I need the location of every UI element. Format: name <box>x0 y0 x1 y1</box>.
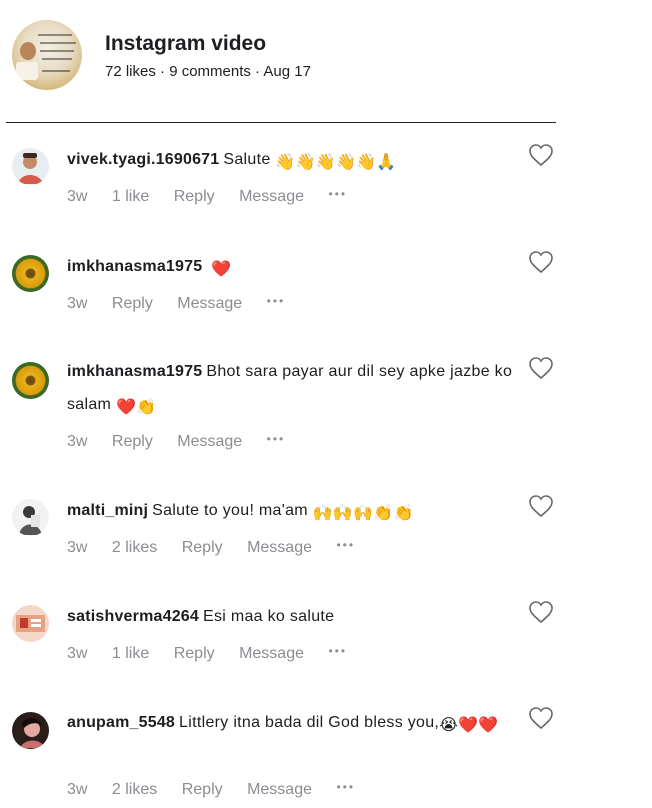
comment-text: satishverma4264 Esi maa ko salute <box>67 600 522 633</box>
avatar[interactable] <box>12 255 49 292</box>
comment-message: Salute to you! ma'am <box>152 502 308 519</box>
comment-time: 3w <box>67 781 88 798</box>
more-dots-icon[interactable]: ••• <box>267 294 286 308</box>
avatar[interactable] <box>12 605 49 642</box>
heart-outline-icon[interactable] <box>528 706 554 730</box>
comment-text: vivek.tyagi.1690671 Salute 👋👋👋👋👋🙏 <box>67 143 522 179</box>
comment-time: 3w <box>67 188 88 205</box>
comment-username[interactable]: satishverma4264 <box>67 608 199 625</box>
header-divider <box>6 122 556 123</box>
comment-text: imkhanasma1975 ❤️ <box>67 250 522 286</box>
comment-actions: 3w 2 likes Reply Message ••• <box>67 538 375 557</box>
comment-text: imkhanasma1975 Bhot sara payar aur dil se… <box>67 355 522 424</box>
heart-outline-icon[interactable] <box>528 356 554 380</box>
heart-outline-icon[interactable] <box>528 250 554 274</box>
comment-actions: 3w 1 like Reply Message ••• <box>67 644 367 663</box>
more-dots-icon[interactable]: ••• <box>328 187 347 201</box>
post-title[interactable]: Instagram video <box>105 32 266 56</box>
avatar[interactable] <box>12 712 49 749</box>
reply-link[interactable]: Reply <box>112 433 153 450</box>
avatar[interactable] <box>12 499 49 536</box>
message-link[interactable]: Message <box>247 781 312 798</box>
comment-emoji: ❤️ <box>211 261 232 278</box>
reply-link[interactable]: Reply <box>112 295 153 312</box>
comment-text: anupam_5548 Littlery itna bada dil God bl… <box>67 706 522 742</box>
post-meta: 72 likes · 9 comments · Aug 17 <box>105 63 311 80</box>
comment-time: 3w <box>67 433 88 450</box>
comment-time: 3w <box>67 539 88 556</box>
comment-username[interactable]: anupam_5548 <box>67 714 175 731</box>
avatar[interactable] <box>12 362 49 399</box>
heart-outline-icon[interactable] <box>528 494 554 518</box>
comment-likes[interactable]: 1 like <box>112 645 149 662</box>
message-link[interactable]: Message <box>177 433 242 450</box>
comment-emoji: 🙌🙌🙌👏👏 <box>312 505 414 522</box>
avatar[interactable] <box>12 148 49 185</box>
heart-outline-icon[interactable] <box>528 143 554 167</box>
comment-username[interactable]: imkhanasma1975 <box>67 363 202 380</box>
reply-link[interactable]: Reply <box>182 539 223 556</box>
message-link[interactable]: Message <box>247 539 312 556</box>
comment-actions: 3w Reply Message ••• <box>67 432 305 451</box>
comment-username[interactable]: vivek.tyagi.1690671 <box>67 151 219 168</box>
post-thumbnail[interactable] <box>12 20 82 90</box>
comment-time: 3w <box>67 645 88 662</box>
comment-emoji: 👋👋👋👋👋🙏 <box>275 154 397 171</box>
more-dots-icon[interactable]: ••• <box>267 432 286 446</box>
post-header: Instagram video 72 likes · 9 comments · … <box>12 20 552 92</box>
comment-likes[interactable]: 2 likes <box>112 539 157 556</box>
comment-emoji: ❤️👏 <box>115 399 157 416</box>
more-dots-icon[interactable]: ••• <box>328 644 347 658</box>
comment-actions: 3w 1 like Reply Message ••• <box>67 187 367 206</box>
comment-actions: 3w 2 likes Reply Message ••• <box>67 780 375 799</box>
reply-link[interactable]: Reply <box>182 781 223 798</box>
comment-likes[interactable]: 2 likes <box>112 781 157 798</box>
message-link[interactable]: Message <box>239 188 304 205</box>
comment-time: 3w <box>67 295 88 312</box>
comment-likes[interactable]: 1 like <box>112 188 149 205</box>
reply-link[interactable]: Reply <box>174 188 215 205</box>
more-dots-icon[interactable]: ••• <box>336 538 355 552</box>
comment-emoji: 😭❤️❤️ <box>439 717 499 734</box>
message-link[interactable]: Message <box>177 295 242 312</box>
heart-outline-icon[interactable] <box>528 600 554 624</box>
comment-message: Littlery itna bada dil God bless you, <box>179 714 440 731</box>
more-dots-icon[interactable]: ••• <box>336 780 355 794</box>
comment-username[interactable]: malti_minj <box>67 502 148 519</box>
comment-message: Esi maa ko salute <box>202 608 335 625</box>
comment-actions: 3w Reply Message ••• <box>67 294 305 313</box>
comment-username[interactable]: imkhanasma1975 <box>67 258 202 275</box>
comment-text: malti_minj Salute to you! ma'am 🙌🙌🙌👏👏 <box>67 494 522 530</box>
comment-message: Salute <box>223 151 271 168</box>
message-link[interactable]: Message <box>239 645 304 662</box>
reply-link[interactable]: Reply <box>174 645 215 662</box>
